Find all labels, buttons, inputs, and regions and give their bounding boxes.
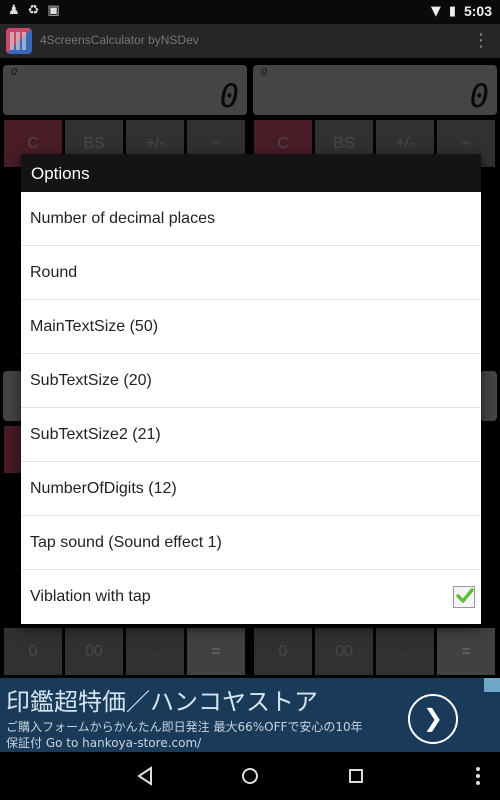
checkmark-icon: [456, 588, 474, 603]
option-number-of-digits[interactable]: NumberOfDigits (12): [21, 462, 481, 516]
option-sub-text-size-2[interactable]: SubTextSize2 (21): [21, 408, 481, 462]
overflow-menu-icon[interactable]: ⋮: [472, 30, 490, 52]
app-icon: [6, 28, 32, 54]
status-time: 5:03: [463, 3, 492, 19]
option-label: SubTextSize (20): [30, 372, 152, 389]
photo-icon: ▣: [47, 3, 60, 18]
option-label: MainTextSize (50): [30, 318, 159, 335]
option-label: NumberOfDigits (12): [30, 480, 177, 497]
ad-go-arrow-icon[interactable]: ❯: [408, 694, 458, 744]
navigation-bar: [0, 752, 500, 800]
option-sub-text-size[interactable]: SubTextSize (20): [21, 354, 481, 408]
home-circle-icon[interactable]: [238, 764, 262, 788]
recents-square-icon[interactable]: [344, 764, 368, 788]
ad-line-2: ご購入フォームからかんたん即日発注 最大66%OFFで安心の10年: [6, 720, 363, 734]
option-label: Round: [30, 264, 78, 281]
option-main-text-size[interactable]: MainTextSize (50): [21, 300, 481, 354]
ad-line-3: 保証付 Go to hankoya-store.com/: [6, 736, 202, 750]
option-label: SubTextSize2 (21): [30, 426, 161, 443]
battery-icon: ▮: [448, 3, 456, 19]
action-bar: 4ScreensCalculator byNSDev ⋮: [0, 24, 500, 58]
ad-headline: 印鑑超特価／ハンコヤストア: [6, 688, 318, 716]
ad-choices-icon[interactable]: [484, 678, 500, 692]
ad-banner[interactable]: 印鑑超特価／ハンコヤストア ご購入フォームからかんたん即日発注 最大66%OFF…: [0, 678, 500, 752]
option-round[interactable]: Round: [21, 246, 481, 300]
option-label: Number of decimal places: [30, 210, 215, 227]
option-vibration[interactable]: Viblation with tap: [21, 570, 481, 623]
wifi-icon: ▼: [430, 3, 441, 19]
option-decimal-places[interactable]: Number of decimal places: [21, 192, 481, 246]
person-icon: ♟: [8, 3, 20, 18]
back-triangle-icon[interactable]: [133, 764, 157, 788]
option-tap-sound[interactable]: Tap sound (Sound effect 1): [21, 516, 481, 570]
android-icon: ♻: [27, 3, 40, 18]
dialog-title: Options: [21, 154, 481, 192]
app-title: 4ScreensCalculator byNSDev: [40, 33, 199, 47]
option-label: Viblation with tap: [30, 588, 151, 605]
status-bar: ♟ ♻ ▣ ▼ ▮ 5:03: [0, 0, 500, 24]
options-dialog: Options Number of decimal places Round M…: [21, 154, 481, 624]
vibration-checkbox[interactable]: [453, 586, 475, 608]
more-vertical-icon[interactable]: [466, 764, 490, 788]
option-label: Tap sound (Sound effect 1): [30, 534, 222, 551]
